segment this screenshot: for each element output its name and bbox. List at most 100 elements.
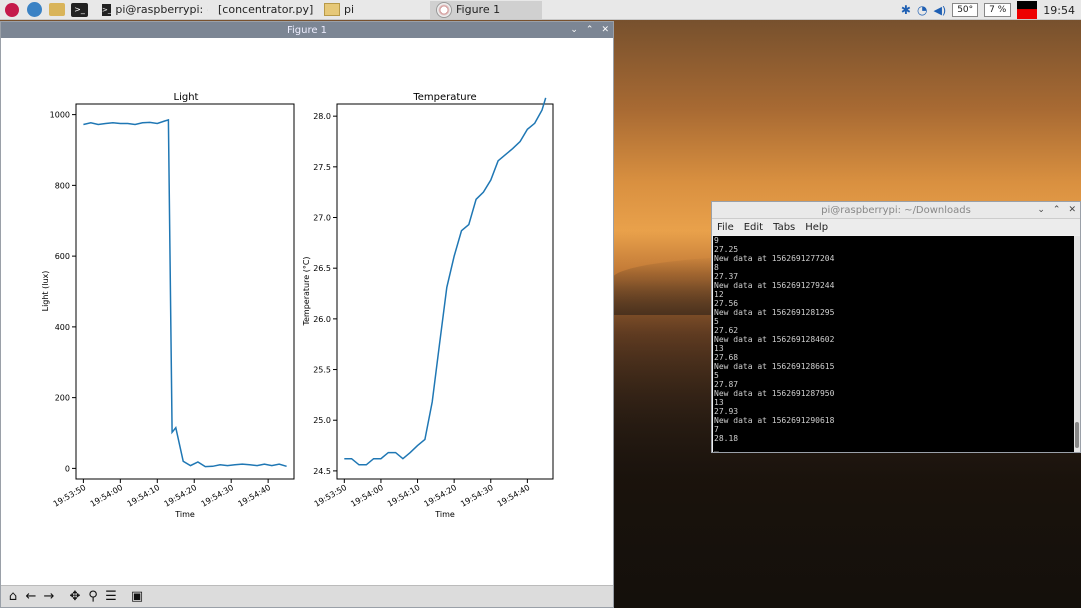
light-series-line bbox=[83, 118, 287, 468]
light-y-tick-label: 400 bbox=[55, 323, 70, 332]
temperature-y-tick-label: 27.0 bbox=[313, 214, 331, 223]
temperature-x-tick-label: 19:54:10 bbox=[386, 483, 422, 509]
home-icon[interactable]: ⌂ bbox=[5, 589, 21, 605]
figure-toolbar: ⌂ ← → ✥ ⚲ ☰ ▣ bbox=[1, 585, 613, 607]
task-folder[interactable]: pi bbox=[318, 1, 430, 19]
light-chart-title: Light bbox=[174, 92, 199, 103]
light-axes: Light 0200400600800100019:53:50 19:54:00 1… bbox=[41, 92, 295, 519]
pan-icon[interactable]: ✥ bbox=[67, 589, 83, 605]
plots-svg: Light 0200400600800100019:53:50 19:54:00 1… bbox=[41, 92, 554, 519]
light-y-axis-label: Light (lux) bbox=[41, 271, 50, 312]
forward-icon[interactable]: → bbox=[41, 589, 57, 605]
window-title: Figure 1 bbox=[286, 24, 328, 36]
maximize-icon[interactable]: ⌃ bbox=[1053, 205, 1061, 215]
temperature-x-tick-label: 19:54:40 bbox=[496, 483, 532, 509]
light-x-tick-label: 19:54:10 bbox=[126, 483, 162, 509]
cpu-temp: 50° bbox=[952, 3, 979, 17]
light-axes-frame bbox=[75, 103, 295, 480]
terminal-line: 27.56 bbox=[714, 299, 739, 308]
terminal-line: New data at 1562691279244 bbox=[714, 281, 835, 290]
figure-window-titlebar[interactable]: Figure 1 ⌄ ⌃ ✕ bbox=[1, 22, 613, 38]
terminal-line: 8 bbox=[714, 263, 719, 272]
minimize-icon[interactable]: ⌄ bbox=[570, 25, 578, 35]
temperature-y-tick-label: 27.5 bbox=[313, 163, 331, 172]
task-editor[interactable]: [concentrator.py] bbox=[208, 1, 318, 19]
terminal-line: New data at 1562691290618 bbox=[714, 416, 835, 425]
terminal-launcher-icon[interactable]: >_ bbox=[71, 2, 88, 17]
browser-icon[interactable] bbox=[27, 2, 42, 17]
menu-file[interactable]: File bbox=[717, 222, 734, 233]
task-terminal[interactable]: >_ pi@raspberrypi: ~/Do... bbox=[96, 1, 208, 19]
save-icon[interactable]: ▣ bbox=[129, 589, 145, 605]
terminal-output[interactable]: 9 27.25 New data at 1562691277204 8 27.37 New… bbox=[713, 236, 1075, 452]
temperature-x-tick-label: 19:54:20 bbox=[423, 483, 459, 509]
temperature-y-tick-label: 26.0 bbox=[313, 315, 331, 324]
terminal-title: pi@raspberrypi: ~/Downloads bbox=[821, 204, 971, 216]
close-icon[interactable]: ✕ bbox=[601, 25, 609, 35]
task-figure[interactable]: Figure 1 bbox=[430, 0, 542, 19]
terminal-scrollbar[interactable] bbox=[1074, 236, 1080, 452]
wifi-icon[interactable]: ◔ bbox=[917, 3, 927, 17]
back-icon[interactable]: ← bbox=[23, 589, 39, 605]
terminal-titlebar[interactable]: pi@raspberrypi: ~/Downloads ⌄ ⌃ ✕ bbox=[712, 202, 1080, 219]
temperature-x-tick-label: 19:54:30 bbox=[459, 483, 495, 509]
close-icon[interactable]: ✕ bbox=[1068, 205, 1076, 215]
light-x-tick-label: 19:54:00 bbox=[89, 483, 125, 509]
scrollbar-thumb[interactable] bbox=[1075, 422, 1079, 448]
task-label: pi bbox=[344, 3, 355, 16]
maximize-icon[interactable]: ⌃ bbox=[586, 25, 594, 35]
raspberry-menu-icon[interactable] bbox=[5, 2, 19, 17]
temperature-y-tick-label: 26.5 bbox=[313, 264, 331, 273]
configure-icon[interactable]: ☰ bbox=[103, 589, 119, 605]
menu-tabs[interactable]: Tabs bbox=[773, 222, 795, 233]
minimize-icon[interactable]: ⌄ bbox=[1037, 205, 1045, 215]
task-label: pi@raspberrypi: ~/Do... bbox=[115, 3, 208, 16]
terminal-line: 27.37 bbox=[714, 272, 739, 281]
task-label: [concentrator.py] bbox=[218, 3, 314, 16]
terminal-line: 5 bbox=[714, 371, 719, 380]
light-x-tick-label: 19:54:30 bbox=[200, 483, 236, 509]
terminal-line: New data at 1562691286615 bbox=[714, 362, 835, 371]
file-manager-icon[interactable] bbox=[49, 3, 65, 16]
figure-canvas[interactable]: Light 0 200 400 600 800 1000 19:53:50 19:54:00 1… bbox=[1, 38, 613, 586]
temperature-x-axis-label: Time bbox=[434, 510, 455, 519]
zoom-icon[interactable]: ⚲ bbox=[85, 589, 101, 605]
temperature-y-tick-label: 25.0 bbox=[313, 416, 331, 425]
temperature-y-tick-label: 25.5 bbox=[313, 366, 331, 375]
terminal-menubar: File Edit Tabs Help bbox=[712, 219, 1080, 235]
system-tray: ✱ ◔ ◀) 50° 7 % 19:54 bbox=[901, 0, 1081, 20]
light-y-tick-label: 1000 bbox=[50, 111, 70, 120]
light-y-tick-label: 0 bbox=[65, 464, 70, 473]
terminal-line: New data at 1562691284602 bbox=[714, 335, 835, 344]
volume-icon[interactable]: ◀) bbox=[933, 4, 946, 17]
light-x-tick-label: 19:54:40 bbox=[237, 483, 273, 509]
light-x-tick-label: 19:53:50 bbox=[52, 483, 88, 509]
terminal-line: 27.93 bbox=[714, 407, 739, 416]
light-y-tick-label: 800 bbox=[55, 181, 70, 190]
light-y-tick-label: 200 bbox=[55, 394, 70, 403]
bluetooth-icon[interactable]: ✱ bbox=[901, 3, 911, 17]
cpu-usage: 7 % bbox=[984, 3, 1012, 17]
light-x-axis-label: Time bbox=[174, 510, 195, 519]
terminal-line: 5 bbox=[714, 317, 719, 326]
terminal-line: 27.68 bbox=[714, 353, 739, 362]
temperature-x-tick-label: 19:53:50 bbox=[313, 483, 349, 509]
terminal-line: 27.62 bbox=[714, 326, 739, 335]
terminal-line: 27.87 bbox=[714, 380, 739, 389]
folder-icon bbox=[324, 3, 340, 16]
clock: 19:54 bbox=[1043, 3, 1075, 17]
figure-window: Figure 1 ⌄ ⌃ ✕ Light 0 200 400 600 800 1000 19… bbox=[0, 21, 614, 608]
terminal-line: 9 bbox=[714, 236, 719, 245]
terminal-icon: >_ bbox=[102, 3, 112, 16]
temperature-y-axis-label: Temperature (°C) bbox=[302, 256, 311, 326]
terminal-line: 28.18 bbox=[714, 434, 739, 443]
terminal-line: 7 bbox=[714, 425, 719, 434]
menu-help[interactable]: Help bbox=[805, 222, 828, 233]
temperature-y-tick-label: 24.5 bbox=[313, 467, 331, 476]
menu-edit[interactable]: Edit bbox=[744, 222, 763, 233]
terminal-line: 12 bbox=[714, 290, 724, 299]
terminal-window: pi@raspberrypi: ~/Downloads ⌄ ⌃ ✕ File E… bbox=[711, 201, 1081, 453]
temperature-x-tick-label: 19:54:00 bbox=[349, 483, 385, 509]
cpu-graph bbox=[1017, 1, 1038, 19]
terminal-line: 27.25 bbox=[714, 245, 739, 254]
